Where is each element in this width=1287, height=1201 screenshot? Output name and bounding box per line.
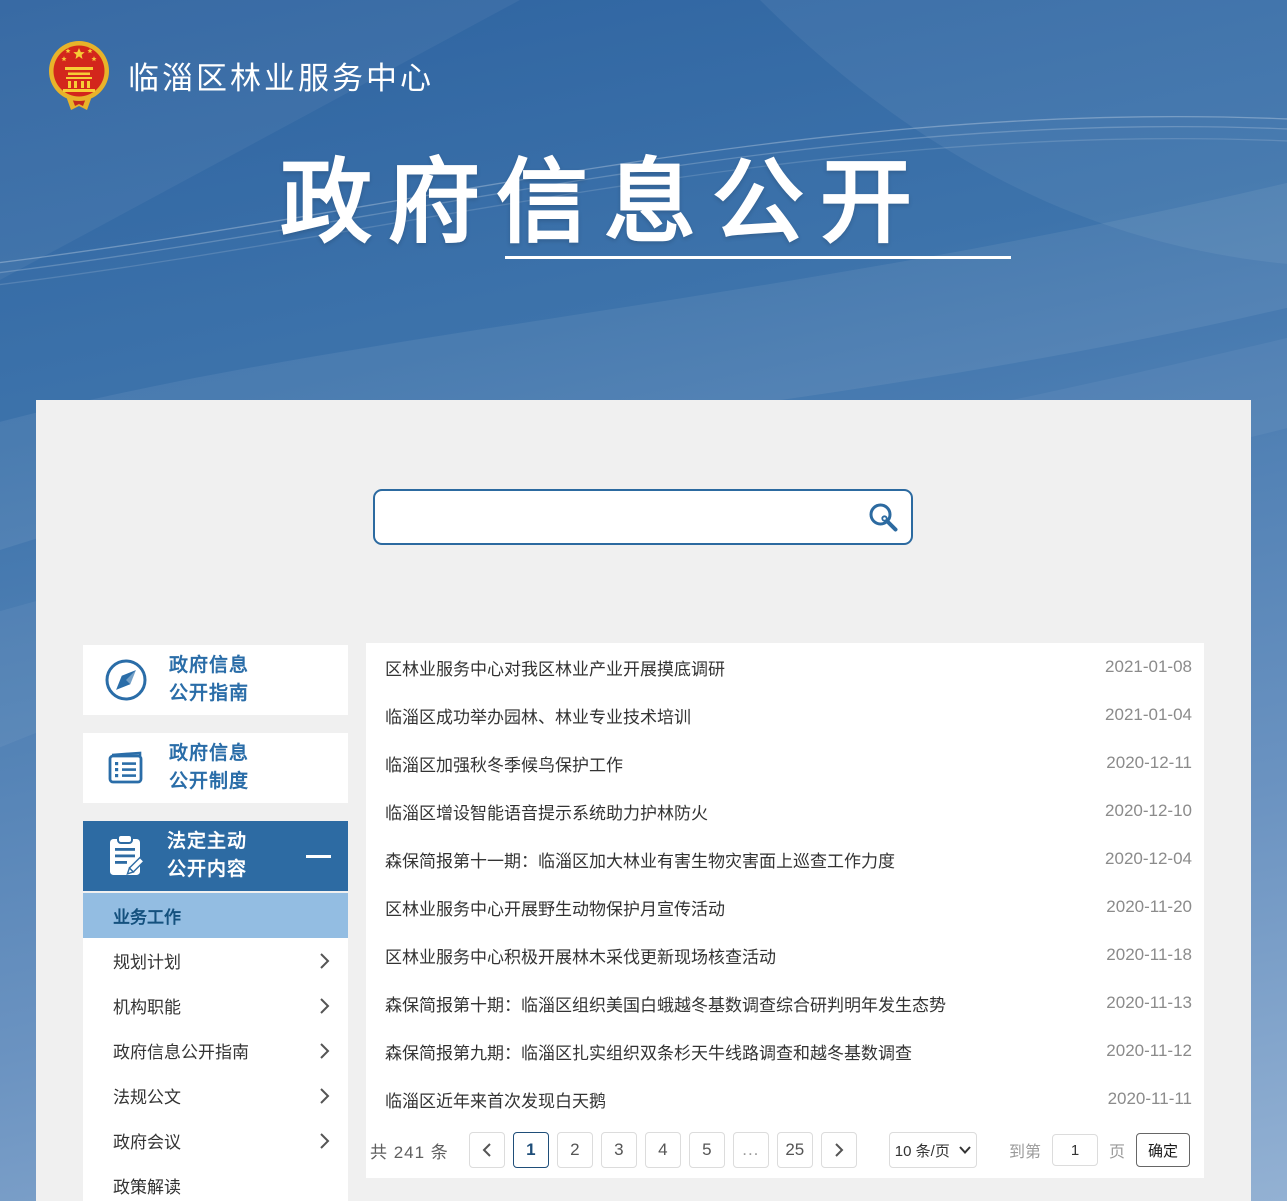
sidebar-submenu: 业务工作 规划计划 机构职能 政府信息公开指南 [83, 893, 348, 1201]
search-bar [373, 489, 913, 545]
news-date: 2020-12-10 [1105, 801, 1192, 821]
sidebar-card-label: 政府信息 公开指南 [169, 652, 249, 709]
chevron-right-icon [319, 952, 330, 970]
news-title-link[interactable]: 森保简报第十一期：临淄区加大林业有害生物灾害面上巡查工作力度 [385, 847, 895, 872]
page-button-4[interactable]: 4 [645, 1132, 681, 1168]
news-date: 2021-01-08 [1105, 657, 1192, 677]
chevron-right-icon [319, 1042, 330, 1060]
card-label-line1: 政府信息 [169, 740, 249, 769]
document-icon [103, 745, 149, 791]
card-label-line2: 公开内容 [167, 856, 247, 885]
news-date: 2020-12-04 [1105, 849, 1192, 869]
jump-suffix-label: 页 [1109, 1138, 1125, 1162]
submenu-item-planning[interactable]: 规划计划 [83, 938, 348, 983]
sidebar-card-label: 法定主动 公开内容 [167, 828, 247, 885]
page-title: 政府信息公开 [280, 128, 928, 261]
news-title-link[interactable]: 森保简报第九期：临淄区扎实组织双条杉天牛线路调查和越冬基数调查 [385, 1039, 912, 1064]
news-title-link[interactable]: 区林业服务中心积极开展林木采伐更新现场核查活动 [385, 943, 776, 968]
news-date: 2020-11-12 [1106, 1041, 1192, 1061]
submenu-label: 政府信息公开指南 [113, 1038, 249, 1063]
page-button-1[interactable]: 1 [513, 1132, 549, 1168]
compass-icon [103, 657, 149, 703]
sidebar-card-legal-disclosure[interactable]: 法定主动 公开内容 [83, 821, 348, 891]
prev-page-button[interactable] [469, 1132, 505, 1168]
search-icon[interactable] [867, 501, 899, 533]
news-item: 森保简报第十一期：临淄区加大林业有害生物灾害面上巡查工作力度 2020-12-0… [366, 835, 1204, 883]
submenu-item-disclosure-guide[interactable]: 政府信息公开指南 [83, 1028, 348, 1073]
chevron-right-icon [834, 1142, 844, 1158]
content-panel: 政府信息 公开指南 政府信息 公开制度 [36, 400, 1251, 1201]
brand: 临淄区林业服务中心 [46, 38, 434, 112]
chevron-right-icon [319, 997, 330, 1015]
sidebar-card-disclosure-guide[interactable]: 政府信息 公开指南 [83, 645, 348, 715]
news-item: 临淄区加强秋冬季候鸟保护工作 2020-12-11 [366, 739, 1204, 787]
jump-prefix-label: 到第 [1009, 1138, 1041, 1162]
page-button-25[interactable]: 25 [777, 1132, 813, 1168]
news-item: 区林业服务中心积极开展林木采伐更新现场核查活动 2020-11-18 [366, 931, 1204, 979]
card-label-line1: 政府信息 [169, 652, 249, 681]
news-date: 2020-11-18 [1106, 945, 1192, 965]
news-date: 2020-11-11 [1108, 1089, 1192, 1109]
next-page-button[interactable] [821, 1132, 857, 1168]
card-label-line1: 法定主动 [167, 828, 247, 857]
chevron-left-icon [482, 1142, 492, 1158]
news-item: 临淄区成功举办园林、林业专业技术培训 2021-01-04 [366, 691, 1204, 739]
news-title-link[interactable]: 森保简报第十期：临淄区组织美国白蛾越冬基数调查综合研判明年发生态势 [385, 991, 946, 1016]
site-name: 临淄区林业服务中心 [128, 53, 434, 98]
news-item: 区林业服务中心对我区林业产业开展摸底调研 2021-01-08 [366, 643, 1204, 691]
news-date: 2020-11-13 [1106, 993, 1192, 1013]
submenu-item-business-work[interactable]: 业务工作 [83, 893, 348, 938]
submenu-label: 机构职能 [113, 993, 181, 1018]
submenu-item-regulations[interactable]: 法规公文 [83, 1073, 348, 1118]
jump-page-input[interactable] [1052, 1134, 1098, 1166]
page-jump: 到第 页 确定 [1009, 1133, 1190, 1167]
search-input[interactable] [373, 489, 913, 545]
page-size-value: 10 条/页 [895, 1140, 950, 1161]
submenu-item-policy-interpretation[interactable]: 政策解读 [83, 1163, 348, 1201]
card-label-line2: 公开指南 [169, 680, 249, 709]
submenu-label: 规划计划 [113, 948, 181, 973]
news-title-link[interactable]: 临淄区近年来首次发现白天鹅 [385, 1087, 606, 1112]
submenu-label: 政策解读 [113, 1173, 181, 1198]
chevron-right-icon [319, 1132, 330, 1150]
news-list: 区林业服务中心对我区林业产业开展摸底调研 2021-01-08 临淄区成功举办园… [366, 643, 1204, 1178]
clipboard-edit-icon [103, 832, 147, 880]
pagination: 共 241 条 1 2 3 4 5 ... 25 [370, 1130, 1190, 1170]
total-count: 共 241 条 [370, 1138, 449, 1163]
page-button-5[interactable]: 5 [689, 1132, 725, 1168]
news-item: 森保简报第九期：临淄区扎实组织双条杉天牛线路调查和越冬基数调查 2020-11-… [366, 1027, 1204, 1075]
confirm-button[interactable]: 确定 [1136, 1133, 1190, 1167]
submenu-label: 业务工作 [113, 903, 181, 928]
chevron-down-icon [959, 1146, 971, 1154]
submenu-label: 政府会议 [113, 1128, 181, 1153]
news-date: 2021-01-04 [1105, 705, 1192, 725]
sidebar: 政府信息 公开指南 政府信息 公开制度 [83, 645, 348, 1201]
news-date: 2020-12-11 [1106, 753, 1192, 773]
news-item: 区林业服务中心开展野生动物保护月宣传活动 2020-11-20 [366, 883, 1204, 931]
national-emblem-logo [46, 38, 112, 112]
page-size-select[interactable]: 10 条/页 [889, 1132, 977, 1168]
chevron-right-icon [319, 1087, 330, 1105]
page-ellipsis-button[interactable]: ... [733, 1132, 769, 1168]
sidebar-card-label: 政府信息 公开制度 [169, 740, 249, 797]
submenu-item-government-meetings[interactable]: 政府会议 [83, 1118, 348, 1163]
news-item: 临淄区增设智能语音提示系统助力护林防火 2020-12-10 [366, 787, 1204, 835]
news-item: 临淄区近年来首次发现白天鹅 2020-11-11 [366, 1075, 1204, 1123]
news-item: 森保简报第十期：临淄区组织美国白蛾越冬基数调查综合研判明年发生态势 2020-1… [366, 979, 1204, 1027]
submenu-label: 法规公文 [113, 1083, 181, 1108]
news-title-link[interactable]: 临淄区成功举办园林、林业专业技术培训 [385, 703, 691, 728]
page: 临淄区林业服务中心 政府信息公开 [0, 0, 1287, 1201]
page-button-2[interactable]: 2 [557, 1132, 593, 1168]
minus-icon[interactable] [306, 855, 331, 858]
title-underline [505, 256, 1011, 259]
page-button-3[interactable]: 3 [601, 1132, 637, 1168]
sidebar-card-disclosure-system[interactable]: 政府信息 公开制度 [83, 733, 348, 803]
news-title-link[interactable]: 区林业服务中心开展野生动物保护月宣传活动 [385, 895, 725, 920]
news-date: 2020-11-20 [1106, 897, 1192, 917]
submenu-item-functions[interactable]: 机构职能 [83, 983, 348, 1028]
card-label-line2: 公开制度 [169, 768, 249, 797]
news-title-link[interactable]: 临淄区加强秋冬季候鸟保护工作 [385, 751, 623, 776]
news-title-link[interactable]: 临淄区增设智能语音提示系统助力护林防火 [385, 799, 708, 824]
news-title-link[interactable]: 区林业服务中心对我区林业产业开展摸底调研 [385, 655, 725, 680]
